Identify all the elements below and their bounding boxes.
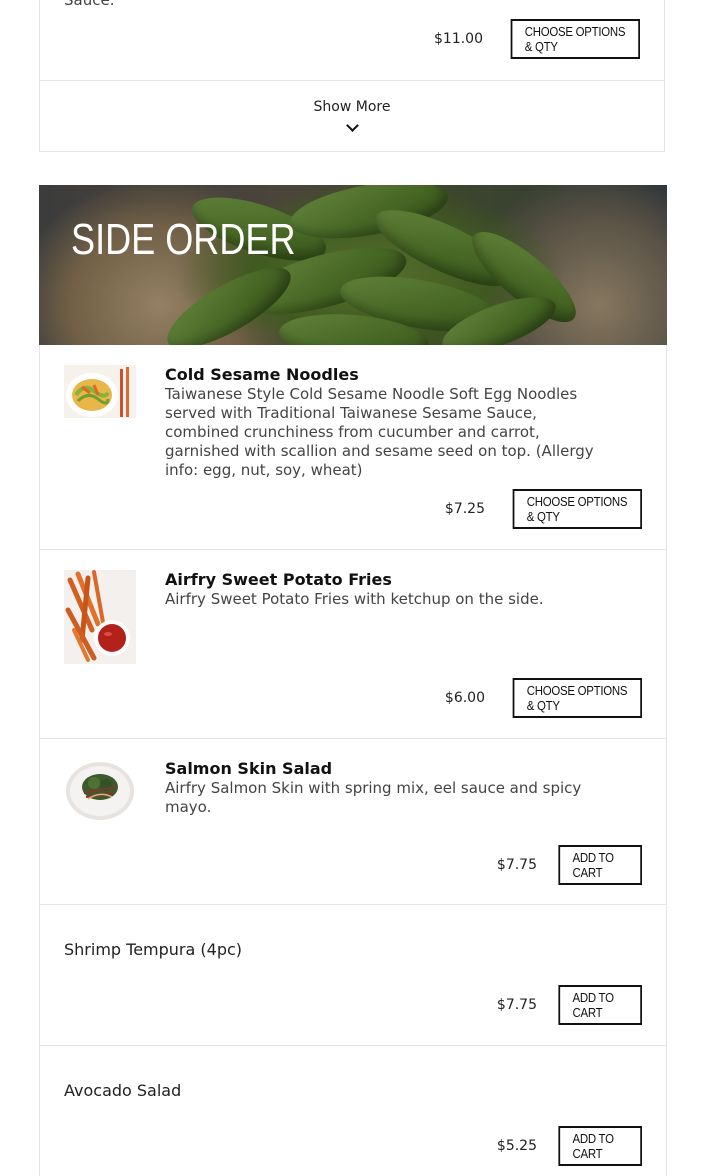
item-description: Airfry Salmon Skin with spring mix, eel … bbox=[165, 779, 582, 816]
item-description-tail: Sauce. bbox=[64, 0, 115, 9]
item-price: $11.00 bbox=[434, 31, 483, 47]
price-row: $6.00 Choose Options & Qty bbox=[445, 678, 642, 718]
item-description: Taiwanese Style Cold Sesame Noodle Soft … bbox=[165, 385, 594, 479]
item-price: $7.75 bbox=[496, 857, 537, 873]
sweet-potato-fries-photo bbox=[64, 570, 136, 664]
item-name: Cold Sesame Noodles bbox=[165, 365, 359, 384]
price-row: $7.25 Choose Options & Qty bbox=[445, 489, 642, 529]
show-more-button[interactable]: Show More bbox=[40, 80, 664, 152]
menu-item[interactable]: Shrimp Tempura (4pc) $7.75 Add to Cart bbox=[40, 905, 666, 1046]
choose-options-button[interactable]: Choose Options & Qty bbox=[512, 678, 642, 718]
choose-options-button[interactable]: Choose Options & Qty bbox=[512, 489, 642, 529]
previous-section-card: Sauce. $11.00 Choose Options & Qty Show … bbox=[39, 0, 665, 152]
price-row: $11.00 Choose Options & Qty bbox=[434, 19, 640, 59]
item-price: $5.25 bbox=[496, 1138, 537, 1154]
add-to-cart-button[interactable]: Add to Cart bbox=[558, 845, 642, 885]
menu-item[interactable]: Avocado Salad $5.25 Add to Cart bbox=[40, 1046, 666, 1176]
side-order-list: Cold Sesame Noodles Taiwanese Style Cold… bbox=[39, 345, 667, 1176]
item-name: Airfry Sweet Potato Fries bbox=[165, 570, 392, 589]
cold-sesame-noodles-photo bbox=[64, 365, 136, 418]
add-to-cart-button[interactable]: Add to Cart bbox=[558, 1126, 642, 1166]
item-description: Airfry Sweet Potato Fries with ketchup o… bbox=[165, 590, 544, 608]
item-price: $7.25 bbox=[444, 501, 485, 517]
item-name: Salmon Skin Salad bbox=[165, 759, 333, 778]
item-price: $7.75 bbox=[496, 997, 537, 1013]
price-row: $7.75 Add to Cart bbox=[497, 845, 642, 885]
item-price: $6.00 bbox=[444, 690, 485, 706]
chevron-down-icon bbox=[345, 119, 359, 132]
item-name: Shrimp Tempura (4pc) bbox=[64, 940, 243, 959]
add-to-cart-button[interactable]: Add to Cart bbox=[558, 985, 642, 1025]
menu-item[interactable]: Cold Sesame Noodles Taiwanese Style Cold… bbox=[40, 345, 666, 550]
show-more-label: Show More bbox=[313, 99, 391, 115]
menu-item[interactable]: Salmon Skin Salad Airfry Salmon Skin wit… bbox=[40, 739, 666, 905]
item-name: Avocado Salad bbox=[64, 1081, 182, 1100]
price-row: $5.25 Add to Cart bbox=[497, 1126, 642, 1166]
section-header-side-order: SIDE ORDER bbox=[39, 185, 667, 345]
menu-item[interactable]: Airfry Sweet Potato Fries Airfry Sweet P… bbox=[40, 550, 666, 739]
choose-options-button[interactable]: Choose Options & Qty bbox=[510, 19, 640, 59]
price-row: $7.75 Add to Cart bbox=[497, 985, 642, 1025]
section-title: SIDE ORDER bbox=[71, 215, 296, 264]
salmon-skin-salad-photo bbox=[64, 759, 136, 821]
menu-page: Sauce. $11.00 Choose Options & Qty Show … bbox=[0, 0, 705, 1176]
